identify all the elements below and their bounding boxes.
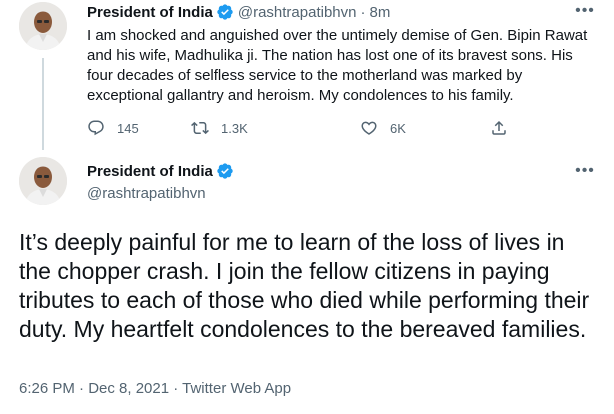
thread-connector-line [42, 58, 44, 150]
tweet-timestamp[interactable]: 8m [369, 4, 390, 21]
retweet-count: 1.3K [221, 120, 248, 136]
more-icon[interactable]: ••• [575, 163, 595, 179]
reply-button[interactable]: 145 [87, 119, 139, 137]
share-button[interactable] [490, 119, 508, 137]
share-icon [490, 119, 508, 137]
tweet-actions: 145 1.3K 6K [87, 119, 517, 139]
like-button[interactable]: 6K [360, 119, 406, 137]
author-name[interactable]: President of India [87, 163, 213, 180]
more-icon[interactable]: ••• [575, 3, 595, 19]
like-icon [360, 119, 378, 137]
reply-icon [87, 119, 105, 137]
author-handle[interactable]: @rashtrapatibhvn [238, 4, 357, 21]
separator-dot: · [360, 3, 366, 21]
verified-badge-icon [216, 3, 234, 21]
author-handle[interactable]: @rashtrapatibhvn [87, 185, 206, 202]
avatar[interactable] [19, 157, 67, 205]
retweet-icon [191, 119, 209, 137]
tweet-text: It’s deeply painful for me to learn of t… [19, 229, 590, 342]
reply-count: 145 [117, 120, 139, 136]
author-name[interactable]: President of India [87, 4, 213, 21]
retweet-button[interactable]: 1.3K [191, 119, 248, 137]
tweet-meta: 6:26 PM · Dec 8, 2021 · Twitter Web App [19, 380, 292, 397]
verified-badge-icon [216, 162, 234, 180]
tweet-header: President of India @rashtrapatibhvn · 8m [87, 3, 390, 21]
tweet-text: I am shocked and anguished over the unti… [87, 27, 588, 104]
avatar[interactable] [19, 2, 67, 50]
tweet-header: President of India [87, 162, 234, 180]
like-count: 6K [390, 120, 406, 136]
